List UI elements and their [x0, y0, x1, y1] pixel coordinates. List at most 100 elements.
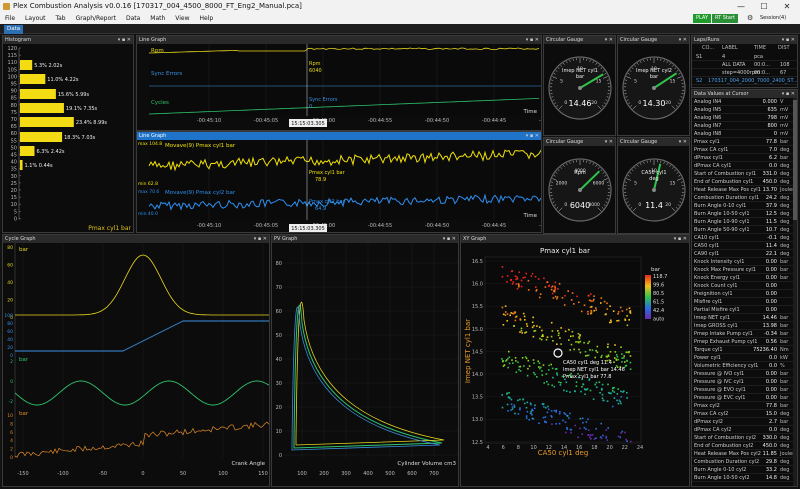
data-value-row[interactable]: Pressure @ IVC cyl1 0.00 bar — [692, 378, 793, 386]
data-value-row[interactable]: Burn Angle 50-90 cyl1 10.7 deg — [692, 226, 793, 234]
xy-point — [561, 297, 564, 299]
data-value-row[interactable]: Power cyl1 0.0 kW — [692, 354, 793, 362]
maximize-button[interactable]: ☐ — [753, 0, 775, 13]
data-value-row[interactable]: Pmax cyl1 77.8 bar — [692, 138, 793, 146]
data-value-row[interactable]: Partial Misfire cyl1 0.00 — [692, 306, 793, 314]
panel-controls-icon[interactable]: ▾ ▪ ✕ — [254, 235, 267, 243]
data-value-row[interactable]: Burn Angle 0-10 cyl2 33.2 deg — [692, 466, 793, 474]
laps-col-dist[interactable]: DIST — [778, 45, 790, 51]
data-value-row[interactable]: dPmax cyl1 6.2 bar — [692, 154, 793, 162]
menu-graph-report[interactable]: Graph/Report — [71, 13, 121, 24]
rt-start-button[interactable]: RT Start — [712, 14, 738, 23]
data-value-row[interactable]: Torque cyl1 75236.40 Nm — [692, 346, 793, 354]
menu-view[interactable]: View — [170, 13, 194, 24]
panel-controls-icon[interactable]: ▾ ✕ — [605, 138, 613, 146]
data-value-row[interactable]: Volumetric Efficiency cyl1 0.0% — [692, 362, 793, 370]
data-value-unit: bar — [780, 259, 789, 265]
data-value-row[interactable]: Knock Energy cyl1 0.00 bar — [692, 274, 793, 282]
data-value-row[interactable]: Knock Count cyl1 0.00 — [692, 282, 793, 290]
data-value-row[interactable]: Heat Release Max Pos cyl113.70Joules — [692, 186, 793, 194]
data-value-row[interactable]: Pmep Intake Pump cyl1 -0.34 bar — [692, 330, 793, 338]
data-value-row[interactable]: Burn Angle 10-90 cyl1 11.5 deg — [692, 218, 793, 226]
menu-tab[interactable]: Tab — [50, 13, 70, 24]
data-value-row[interactable]: Combustion Duration cyl1 24.2 deg — [692, 194, 793, 202]
data-value-row[interactable]: Pmax CA cyl1 7.0 deg — [692, 146, 793, 154]
data-value-row[interactable]: Combustion Duration cyl2 29.8 deg — [692, 458, 793, 466]
data-value-row[interactable]: End of Combustion cyl1 450.0 deg — [692, 178, 793, 186]
data-values-scrollbar[interactable] — [793, 98, 797, 486]
data-value-row[interactable]: Imep GROSS cyl1 13.98 bar — [692, 322, 793, 330]
data-value-row[interactable]: End of Combustion cyl2 450.0 deg — [692, 442, 793, 450]
data-value-row[interactable]: CA10 cyl1 -0.1 deg — [692, 234, 793, 242]
data-value-row[interactable]: Burn Angle 0-10 cyl1 37.9 deg — [692, 202, 793, 210]
minimize-button[interactable]: — — [730, 0, 752, 13]
panel-controls-icon[interactable]: ▾ ▪ ✕ — [782, 36, 795, 44]
close-button[interactable]: ✕ — [776, 0, 798, 13]
xy-point — [514, 275, 517, 277]
xy-point — [543, 277, 545, 280]
laps-col-label[interactable]: LABEL — [722, 45, 738, 51]
data-value-row[interactable]: Burn Angle 10-50 cyl1 12.5 deg — [692, 210, 793, 218]
sessions-label[interactable]: Session(4) — [760, 15, 786, 21]
data-value-row[interactable]: Pmax CA cyl2 15.0 deg — [692, 410, 793, 418]
xy-point — [589, 436, 591, 439]
panel-controls-icon[interactable]: ▾ ▪ ✕ — [674, 235, 687, 243]
data-value-name: CA50 cyl1 — [694, 243, 720, 249]
laps-row[interactable]: ALL DATA 00:0... 108 — [692, 61, 797, 69]
data-value-row[interactable]: Analog IN8 0 mV — [692, 130, 793, 138]
panel-controls-icon[interactable]: ▾ ▪ ✕ — [526, 36, 539, 44]
data-value-row[interactable]: Knock Max Pressure cyl1 0.00 bar — [692, 266, 793, 274]
data-value-row[interactable]: Preignition cyl1 0.00 — [692, 290, 793, 298]
play-button[interactable]: PLAY — [693, 14, 712, 23]
data-value-row[interactable]: CA50 cyl1 11.4 deg — [692, 242, 793, 250]
data-value-row[interactable]: dPmax CA cyl1 0.0 deg — [692, 162, 793, 170]
data-value-row[interactable]: Pmax cyl2 77.8 bar — [692, 402, 793, 410]
panel-controls-icon[interactable]: ▾ ✕ — [679, 138, 687, 146]
laps-row[interactable]: step=4000rpm 00:0... 67 — [692, 69, 797, 77]
xy-point — [557, 330, 559, 332]
data-value-row[interactable]: CA90 cyl1 22.1 deg — [692, 250, 793, 258]
data-value-name: Pmep Intake Pump cyl1 — [694, 331, 753, 337]
panel-controls-icon[interactable]: ▾ ✕ — [679, 36, 687, 44]
data-value-row[interactable]: dPmax CA cyl2 0.0 deg — [692, 426, 793, 434]
data-value-row[interactable]: Pmep Exhaust Pump cyl1 0.56 bar — [692, 338, 793, 346]
max2-label: max 70.6 — [138, 189, 159, 195]
xy-point — [616, 399, 618, 402]
data-value-row[interactable]: Misfire cyl1 0.00 — [692, 298, 793, 306]
data-value-row[interactable]: Analog IN6 798 mV — [692, 114, 793, 122]
settings-icon[interactable]: ⚙ — [747, 14, 753, 22]
data-value-row[interactable]: Burn Angle 10-50 cyl2 14.8 deg — [692, 474, 793, 482]
data-value-row[interactable]: Heat Release Max Pos cyl211.85Joules — [692, 450, 793, 458]
data-value-row[interactable]: Imep NET cyl1 14.46 bar — [692, 314, 793, 322]
laps-row[interactable]: S2 170317_004_2000_7000_2400_ST... — [692, 77, 797, 85]
data-value-row[interactable]: Pressure @ EVO cyl1 0.00 bar — [692, 386, 793, 394]
data-value-row[interactable]: Analog IN5 635 mV — [692, 106, 793, 114]
laps-col-co[interactable]: CO... — [702, 45, 714, 51]
data-value-row[interactable]: Analog IN7 800 mV — [692, 122, 793, 130]
data-value-row[interactable]: Pressure @ EVC cyl1 0.00 bar — [692, 394, 793, 402]
tab-data[interactable]: Data — [4, 25, 24, 34]
menu-help[interactable]: Help — [195, 13, 219, 24]
panel-controls-icon[interactable]: ▾ ▪ ✕ — [118, 36, 131, 44]
menu-layout[interactable]: Layout — [20, 13, 50, 24]
panel-controls-icon[interactable]: ▾ ▪ ✕ — [526, 132, 539, 140]
menu-math[interactable]: Math — [145, 13, 170, 24]
data-value-row[interactable]: Analog IN4 0.000 V — [692, 98, 793, 106]
laps-row[interactable]: S1 4 pca — [692, 53, 797, 61]
data-value-row[interactable]: Pressure @ IVO cyl1 0.00 bar — [692, 370, 793, 378]
xy-ylabel: Imep NET cyl1 bar — [464, 319, 472, 383]
panel-controls-icon[interactable]: ▾ ▪ ✕ — [443, 235, 456, 243]
menu-data[interactable]: Data — [121, 13, 145, 24]
data-value-row[interactable]: Start of Combustion cyl1 331.0 deg — [692, 170, 793, 178]
xy-point — [514, 357, 517, 359]
data-value-row[interactable]: Start of Combustion cyl2 330.0 deg — [692, 434, 793, 442]
data-value-name: Knock Intensity cyl1 — [694, 259, 745, 265]
menu-file[interactable]: File — [0, 13, 20, 24]
histogram-ytick: 85 — [11, 96, 17, 102]
line-graph-1-title: Line Graph — [139, 37, 167, 43]
panel-controls-icon[interactable]: ▾ ▪ ✕ — [782, 90, 795, 98]
data-value-row[interactable]: dPmax cyl2 2.7 bar — [692, 418, 793, 426]
panel-controls-icon[interactable]: ▾ ✕ — [605, 36, 613, 44]
data-value-row[interactable]: Knock Intensity cyl1 0.00 bar — [692, 258, 793, 266]
laps-col-time[interactable]: TIME — [754, 45, 766, 51]
